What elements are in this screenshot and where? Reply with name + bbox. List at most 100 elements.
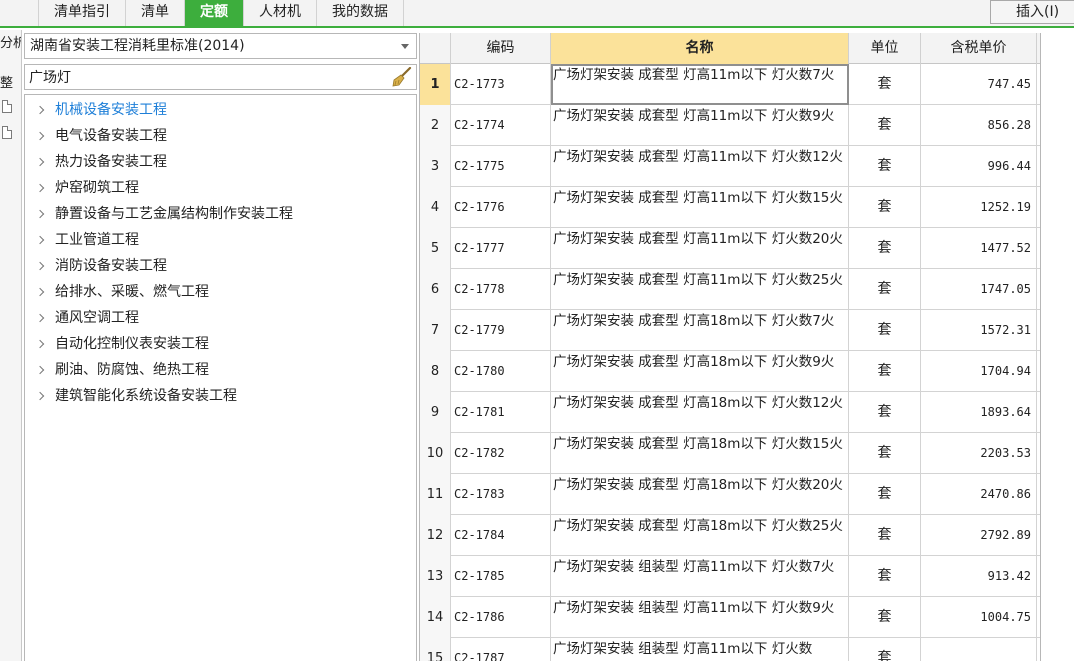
- tree-item-fire-equipment[interactable]: 消防设备安装工程: [25, 253, 416, 279]
- quota-price: [921, 638, 1037, 661]
- tree-item-label: 机械设备安装工程: [55, 102, 167, 118]
- tree-item-painting-anticorrosion[interactable]: 刷油、防腐蚀、绝热工程: [25, 357, 416, 383]
- tab-quota[interactable]: 定额: [185, 0, 244, 26]
- row-number: 4: [420, 187, 451, 228]
- quota-code: C2-1784: [451, 515, 551, 556]
- quota-name[interactable]: 广场灯架安装 成套型 灯高18m以下 灯火数25火: [551, 515, 849, 556]
- tree-item-static-equipment[interactable]: 静置设备与工艺金属结构制作安装工程: [25, 201, 416, 227]
- quota-name[interactable]: 广场灯架安装 成套型 灯高18m以下 灯火数7火: [551, 310, 849, 351]
- table-row[interactable]: 14 C2-1786 广场灯架安装 组装型 灯高11m以下 灯火数9火 套 10…: [420, 597, 1040, 638]
- table-row[interactable]: 7 C2-1779 广场灯架安装 成套型 灯高18m以下 灯火数7火 套 157…: [420, 310, 1040, 351]
- quota-name[interactable]: 广场灯架安装 成套型 灯高11m以下 灯火数25火: [551, 269, 849, 310]
- table-row[interactable]: 5 C2-1777 广场灯架安装 成套型 灯高11m以下 灯火数20火 套 14…: [420, 228, 1040, 269]
- tree-item-hvac[interactable]: 通风空调工程: [25, 305, 416, 331]
- column-header-name[interactable]: 名称: [551, 33, 849, 64]
- tab-my-data[interactable]: 我的数据: [317, 0, 404, 26]
- table-row[interactable]: 3 C2-1775 广场灯架安装 成套型 灯高11m以下 灯火数12火 套 99…: [420, 146, 1040, 187]
- table-row[interactable]: 10 C2-1782 广场灯架安装 成套型 灯高18m以下 灯火数15火 套 2…: [420, 433, 1040, 474]
- quota-name[interactable]: 广场灯架安装 组装型 灯高11m以下 灯火数9火: [551, 597, 849, 638]
- quota-unit: 套: [849, 392, 921, 433]
- chevron-right-icon[interactable]: [35, 97, 47, 123]
- quota-name[interactable]: 广场灯架安装 成套型 灯高18m以下 灯火数20火: [551, 474, 849, 515]
- table-row[interactable]: 9 C2-1781 广场灯架安装 成套型 灯高18m以下 灯火数12火 套 18…: [420, 392, 1040, 433]
- chevron-right-icon[interactable]: [35, 227, 47, 253]
- quota-unit: 套: [849, 269, 921, 310]
- chevron-right-icon[interactable]: [35, 331, 47, 357]
- tree-item-label: 自动化控制仪表安装工程: [55, 336, 209, 352]
- tree-item-label: 工业管道工程: [55, 232, 139, 248]
- table-row[interactable]: 8 C2-1780 广场灯架安装 成套型 灯高18m以下 灯火数9火 套 170…: [420, 351, 1040, 392]
- table-row[interactable]: 1 C2-1773 广场灯架安装 成套型 灯高11m以下 灯火数7火 套 747…: [420, 64, 1040, 105]
- quota-library-select[interactable]: 湖南省安装工程消耗里标准(2014): [24, 33, 417, 59]
- chevron-right-icon[interactable]: [35, 383, 47, 409]
- table-row[interactable]: 12 C2-1784 广场灯架安装 成套型 灯高18m以下 灯火数25火 套 2…: [420, 515, 1040, 556]
- quota-unit: 套: [849, 351, 921, 392]
- quota-name[interactable]: 广场灯架安装 成套型 灯高11m以下 灯火数9火: [551, 105, 849, 146]
- table-row[interactable]: 13 C2-1785 广场灯架安装 组装型 灯高11m以下 灯火数7火 套 91…: [420, 556, 1040, 597]
- row-number: 6: [420, 269, 451, 310]
- column-header-code[interactable]: 编码: [451, 33, 551, 64]
- tree-item-automation-instruments[interactable]: 自动化控制仪表安装工程: [25, 331, 416, 357]
- table-row[interactable]: 2 C2-1774 广场灯架安装 成套型 灯高11m以下 灯火数9火 套 856…: [420, 105, 1040, 146]
- table-row[interactable]: 4 C2-1776 广场灯架安装 成套型 灯高11m以下 灯火数15火 套 12…: [420, 187, 1040, 228]
- quota-code: C2-1774: [451, 105, 551, 146]
- quota-name[interactable]: 广场灯架安装 成套型 灯高18m以下 灯火数12火: [551, 392, 849, 433]
- chevron-right-icon[interactable]: [35, 279, 47, 305]
- insert-button[interactable]: 插入(I): [990, 0, 1074, 24]
- search-input[interactable]: [29, 67, 379, 87]
- chevron-right-icon[interactable]: [35, 175, 47, 201]
- quota-unit: 套: [849, 556, 921, 597]
- tree-item-thermal-equipment[interactable]: 热力设备安装工程: [25, 149, 416, 175]
- chevron-right-icon[interactable]: [35, 201, 47, 227]
- quota-code: C2-1773: [451, 64, 551, 105]
- tree-item-mechanical-equipment[interactable]: 机械设备安装工程: [25, 97, 416, 123]
- quota-price: 1747.05: [921, 269, 1037, 310]
- quota-name[interactable]: 广场灯架安装 成套型 灯高11m以下 灯火数12火: [551, 146, 849, 187]
- quota-name[interactable]: 广场灯架安装 成套型 灯高18m以下 灯火数15火: [551, 433, 849, 474]
- column-header-unit[interactable]: 单位: [849, 33, 921, 64]
- document-icon[interactable]: [2, 100, 12, 113]
- chevron-right-icon[interactable]: [35, 123, 47, 149]
- quota-name[interactable]: 广场灯架安装 成套型 灯高18m以下 灯火数9火: [551, 351, 849, 392]
- chevron-right-icon[interactable]: [35, 253, 47, 279]
- tab-bill[interactable]: 清单: [126, 0, 185, 26]
- table-row[interactable]: 11 C2-1783 广场灯架安装 成套型 灯高18m以下 灯火数20火 套 2…: [420, 474, 1040, 515]
- quota-price: 1252.19: [921, 187, 1037, 228]
- tab-list: 清单指引 清单 定额 人材机 我的数据: [38, 0, 404, 26]
- column-header-price[interactable]: 含税单价: [921, 33, 1037, 64]
- dropdown-arrow-icon[interactable]: [401, 44, 409, 49]
- chevron-right-icon[interactable]: [35, 305, 47, 331]
- row-number: 15: [420, 638, 451, 661]
- tree-item-intelligent-building[interactable]: 建筑智能化系统设备安装工程: [25, 383, 416, 409]
- tree-item-electrical-equipment[interactable]: 电气设备安装工程: [25, 123, 416, 149]
- quota-unit: 套: [849, 474, 921, 515]
- tree-item-label: 电气设备安装工程: [55, 128, 167, 144]
- quota-unit: 套: [849, 64, 921, 105]
- strip-label-mid: 整: [0, 76, 14, 91]
- tab-list-guide[interactable]: 清单指引: [38, 0, 126, 26]
- tree-item-plumbing-heating-gas[interactable]: 给排水、采暖、燃气工程: [25, 279, 416, 305]
- tab-labor-material-machine[interactable]: 人材机: [244, 0, 317, 26]
- tree-item-industrial-piping[interactable]: 工业管道工程: [25, 227, 416, 253]
- quota-name[interactable]: 广场灯架安装 组装型 灯高11m以下 灯火数7火: [551, 556, 849, 597]
- quota-name[interactable]: 广场灯架安装 成套型 灯高11m以下 灯火数15火: [551, 187, 849, 228]
- table-row[interactable]: 15 C2-1787 广场灯架安装 组装型 灯高11m以下 灯火数 套: [420, 638, 1040, 661]
- row-number: 9: [420, 392, 451, 433]
- row-number: 2: [420, 105, 451, 146]
- quota-code: C2-1787: [451, 638, 551, 661]
- quota-table: 编码 名称 单位 含税单价 1 C2-1773 广场灯架安装 成套型 灯高11m…: [419, 33, 1040, 661]
- document-icon[interactable]: [2, 126, 12, 139]
- row-number: 14: [420, 597, 451, 638]
- tree-item-furnace-masonry[interactable]: 炉窑砌筑工程: [25, 175, 416, 201]
- quota-name[interactable]: 广场灯架安装 成套型 灯高11m以下 灯火数7火: [551, 64, 849, 105]
- quota-name[interactable]: 广场灯架安装 组装型 灯高11m以下 灯火数: [551, 638, 849, 661]
- row-number: 3: [420, 146, 451, 187]
- chevron-right-icon[interactable]: [35, 149, 47, 175]
- quota-price: 996.44: [921, 146, 1037, 187]
- quota-unit: 套: [849, 310, 921, 351]
- chevron-right-icon[interactable]: [35, 357, 47, 383]
- quota-name[interactable]: 广场灯架安装 成套型 灯高11m以下 灯火数20火: [551, 228, 849, 269]
- table-row[interactable]: 6 C2-1778 广场灯架安装 成套型 灯高11m以下 灯火数25火 套 17…: [420, 269, 1040, 310]
- broom-icon[interactable]: [390, 67, 412, 87]
- top-tab-bar: 清单指引 清单 定额 人材机 我的数据 插入(I): [0, 0, 1074, 28]
